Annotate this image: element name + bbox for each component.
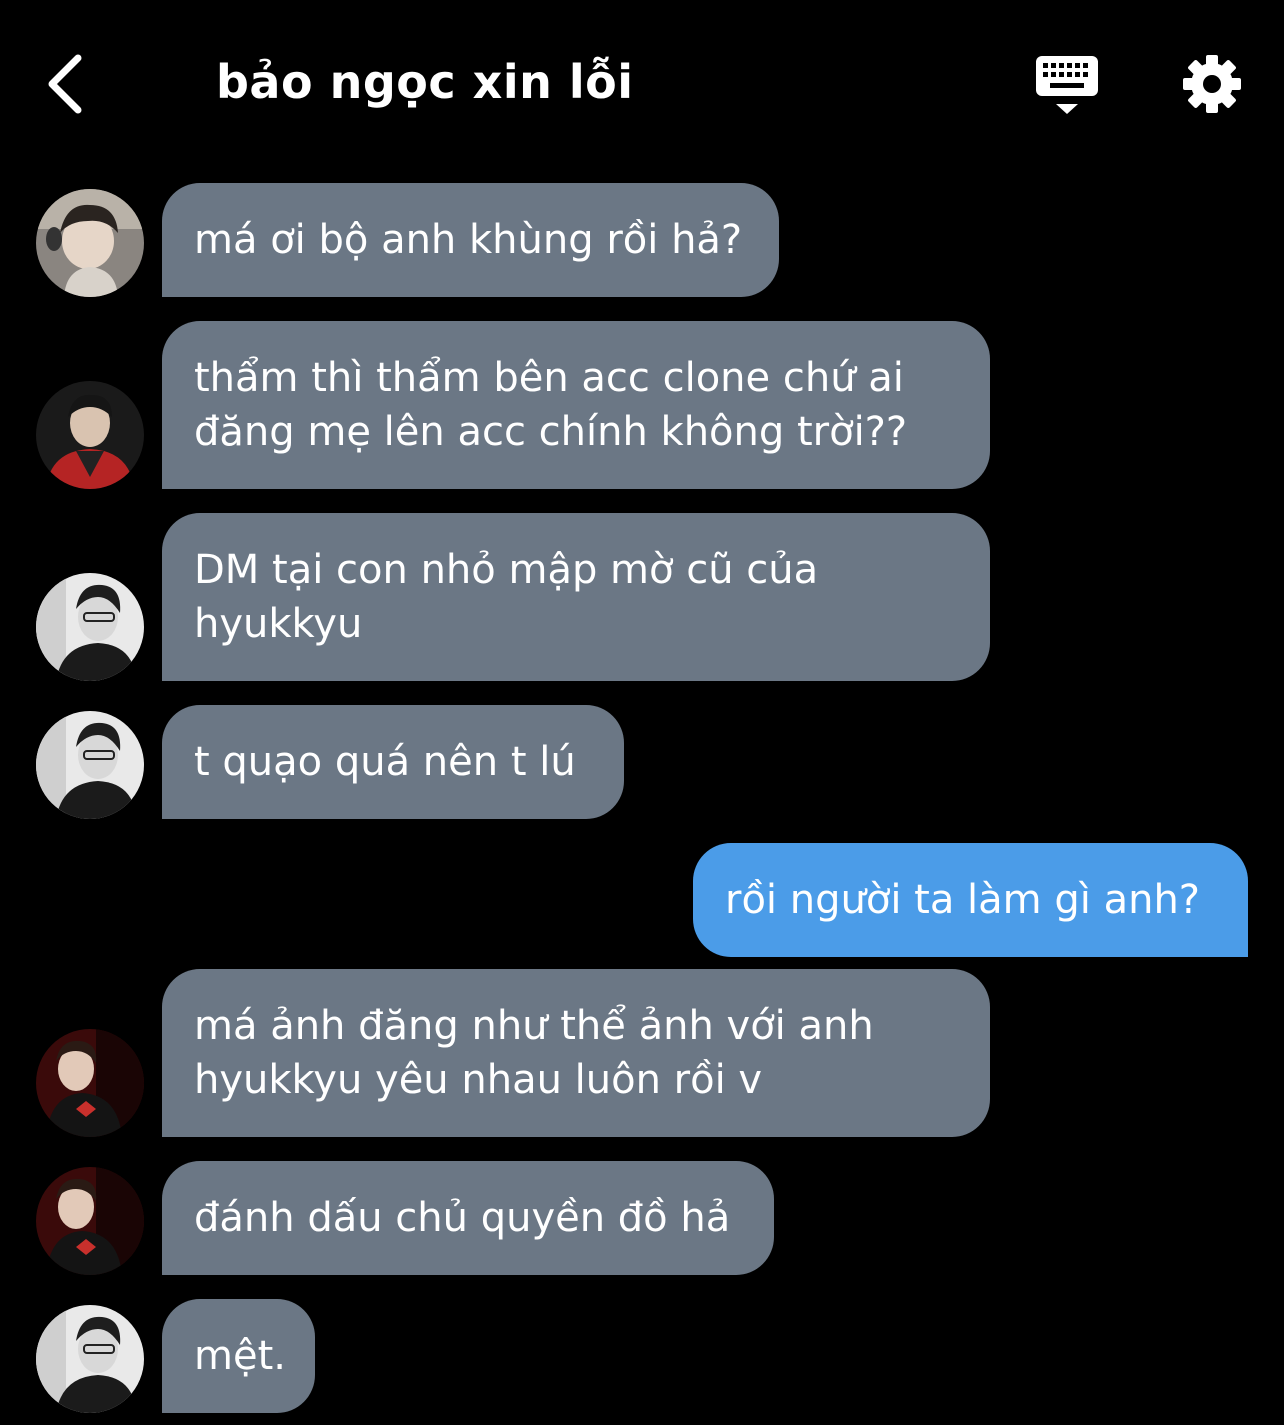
message-bubble-incoming[interactable]: DM tại con nhỏ mập mờ cũ của hyukkyu	[162, 513, 990, 681]
avatar-photo-1	[36, 189, 144, 297]
message-text: má ơi bộ anh khùng rồi hả?	[194, 217, 743, 263]
message-text: hyukkyu yêu nhau luôn rồi v	[194, 1057, 763, 1103]
message-text: DM tại con nhỏ mập mờ cũ của	[194, 547, 819, 593]
message-bubble-incoming[interactable]: má ảnh đăng như thể ảnh với anh hyukkyu …	[162, 969, 990, 1137]
message-bubble-incoming[interactable]: đánh dấu chủ quyền đồ hả	[162, 1161, 774, 1275]
message-row: mệt.	[0, 1299, 1284, 1413]
message-bubble-outgoing[interactable]: rồi người ta làm gì anh?	[693, 843, 1248, 957]
avatar[interactable]	[36, 573, 144, 681]
keyboard-icon	[1036, 56, 1098, 114]
keyboard-button[interactable]	[1034, 54, 1102, 118]
avatar[interactable]	[36, 1305, 144, 1413]
message-row: má ảnh đăng như thể ảnh với anh hyukkyu …	[0, 969, 1284, 1137]
settings-button[interactable]	[1180, 52, 1244, 116]
gear-icon	[1183, 55, 1241, 113]
message-text: rồi người ta làm gì anh?	[725, 877, 1201, 923]
avatar-photo-3	[36, 573, 144, 681]
message-row: thẩm thì thẩm bên acc clone chứ ai đăng …	[0, 321, 1284, 489]
avatar[interactable]	[36, 711, 144, 819]
chevron-left-icon	[48, 54, 82, 114]
message-text: thẩm thì thẩm bên acc clone chứ ai	[194, 355, 904, 401]
message-bubble-incoming[interactable]: mệt.	[162, 1299, 315, 1413]
message-row: DM tại con nhỏ mập mờ cũ của hyukkyu	[0, 513, 1284, 681]
message-bubble-incoming[interactable]: má ơi bộ anh khùng rồi hả?	[162, 183, 779, 297]
message-text: đánh dấu chủ quyền đồ hả	[194, 1195, 731, 1241]
message-row: t quạo quá nên t lú	[0, 705, 1284, 819]
avatar[interactable]	[36, 1029, 144, 1137]
message-text: t quạo quá nên t lú	[194, 739, 576, 785]
avatar[interactable]	[36, 381, 144, 489]
message-row: rồi người ta làm gì anh?	[0, 843, 1284, 957]
message-bubble-incoming[interactable]: thẩm thì thẩm bên acc clone chứ ai đăng …	[162, 321, 990, 489]
message-text: đăng mẹ lên acc chính không trời??	[194, 409, 908, 455]
message-text: hyukkyu	[194, 601, 363, 647]
avatar[interactable]	[36, 189, 144, 297]
chat-title: bảo ngọc xin lỗi	[216, 55, 634, 109]
chat-header: bảo ngọc xin lỗi	[0, 0, 1284, 160]
avatar-photo-3	[36, 1305, 144, 1413]
back-button[interactable]	[40, 50, 100, 120]
avatar-photo-2	[36, 381, 144, 489]
message-bubble-incoming[interactable]: t quạo quá nên t lú	[162, 705, 624, 819]
avatar-photo-4	[36, 1167, 144, 1275]
message-text: mệt.	[194, 1333, 286, 1379]
avatar-photo-4	[36, 1029, 144, 1137]
message-row: má ơi bộ anh khùng rồi hả?	[0, 183, 1284, 297]
avatar-photo-3	[36, 711, 144, 819]
message-row: đánh dấu chủ quyền đồ hả	[0, 1161, 1284, 1275]
message-text: má ảnh đăng như thể ảnh với anh	[194, 1003, 874, 1049]
avatar[interactable]	[36, 1167, 144, 1275]
